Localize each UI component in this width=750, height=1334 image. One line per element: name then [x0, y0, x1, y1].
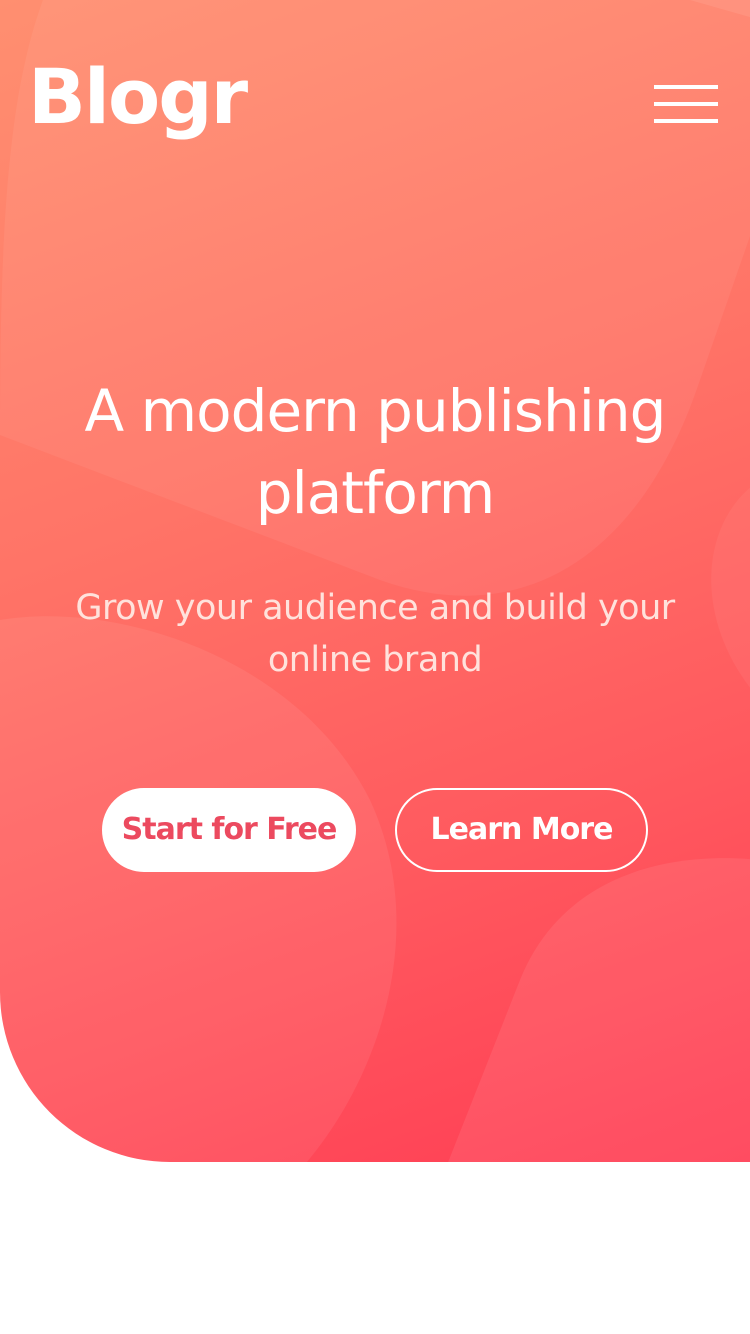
menu-bar — [654, 119, 718, 123]
hero-headline: A modern publishing platform — [84, 377, 667, 527]
menu-bar — [654, 102, 718, 106]
hero-section: Blogr A modern publishing platform Grow … — [0, 0, 750, 1162]
page: Blogr A modern publishing platform Grow … — [0, 0, 750, 1334]
site-header: Blogr — [0, 0, 750, 200]
learn-more-button[interactable]: Learn More — [395, 788, 648, 872]
logo[interactable]: Blogr — [28, 52, 248, 142]
start-for-free-button[interactable]: Start for Free — [102, 788, 356, 872]
hero-subheadline: Grow your audience and build your online… — [75, 588, 675, 680]
menu-bar — [654, 85, 718, 89]
hamburger-menu-icon[interactable] — [648, 76, 724, 132]
